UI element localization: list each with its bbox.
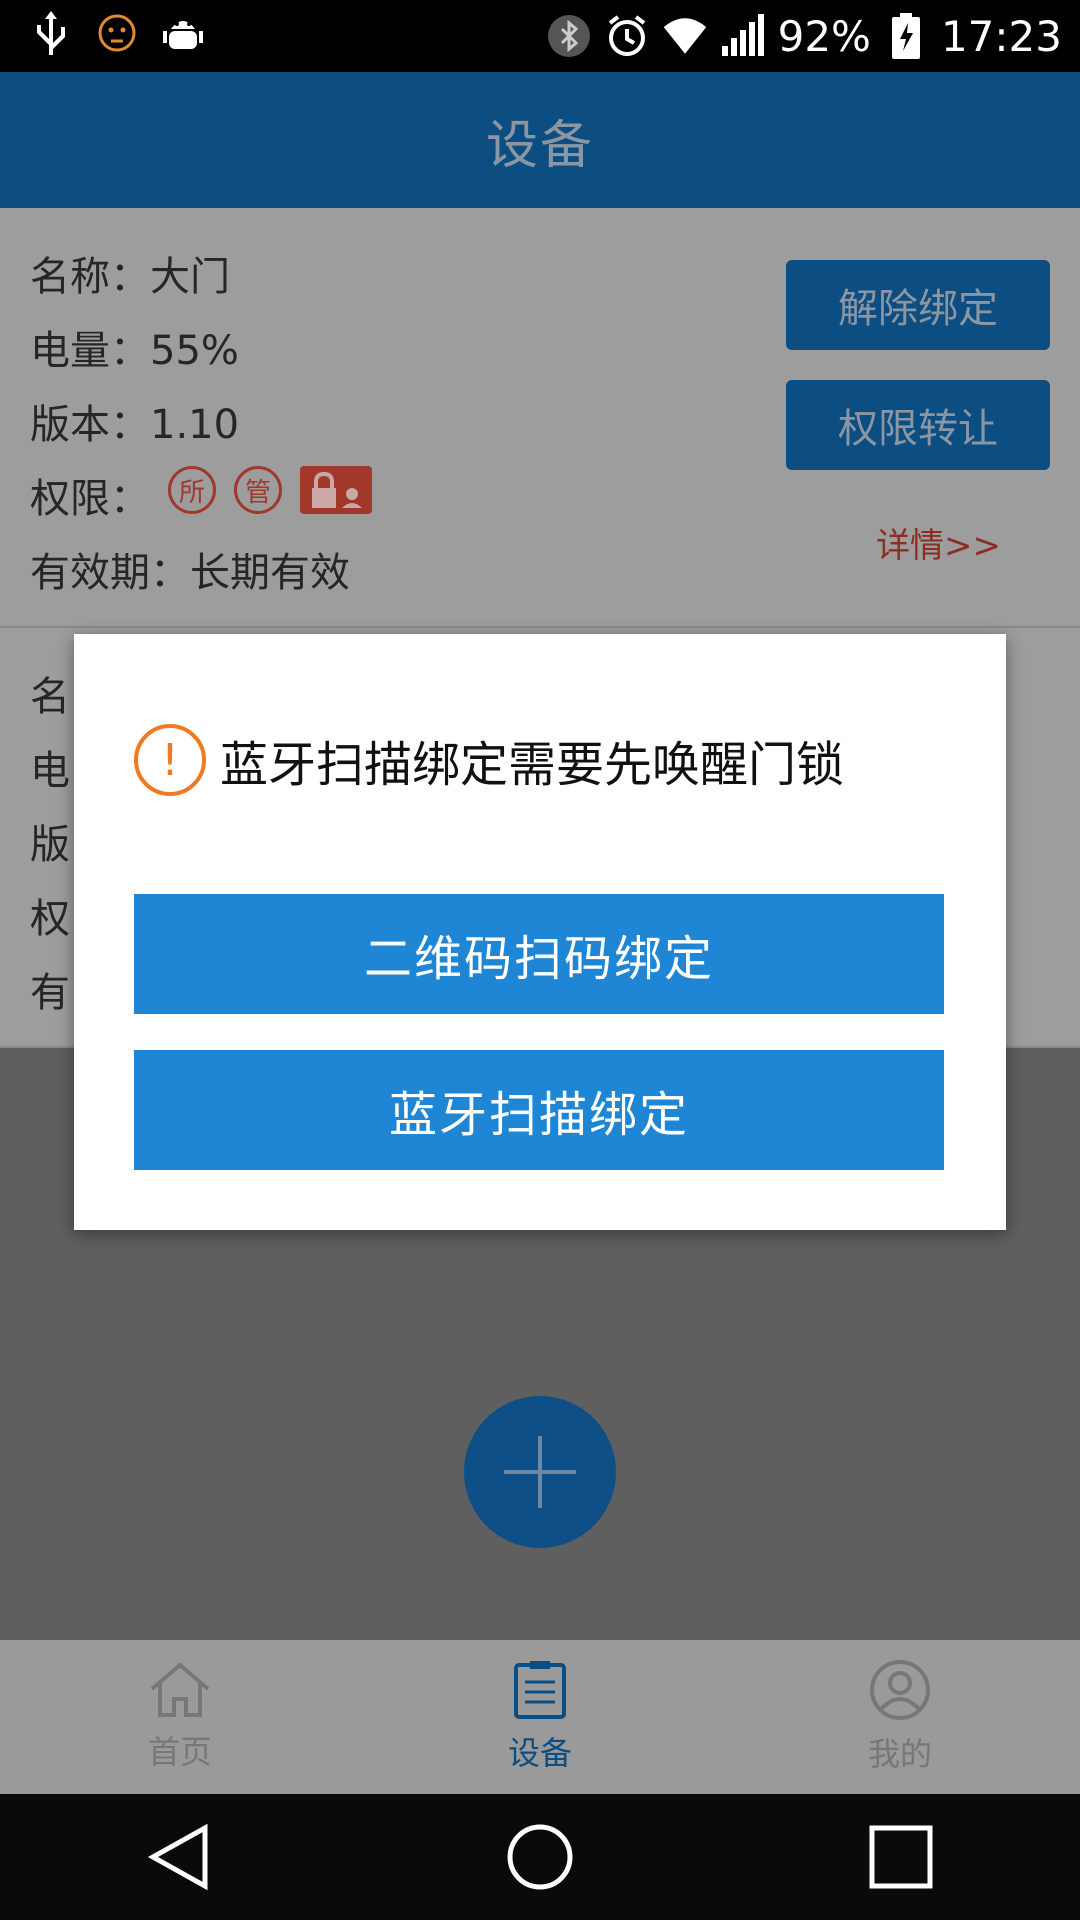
detail-link[interactable]: 详情>> <box>876 518 1001 567</box>
lock-user-icon <box>300 466 372 514</box>
nav-mine[interactable]: 我的 <box>720 1640 1080 1794</box>
bluetooth-bind-button[interactable]: 蓝牙扫描绑定 <box>134 1050 944 1170</box>
user-icon <box>870 1660 930 1720</box>
usb-icon <box>28 10 74 56</box>
recents-icon[interactable] <box>869 1825 933 1889</box>
device-name-label: 名 <box>30 674 70 720</box>
page-title: 设备 <box>485 115 594 176</box>
face-icon <box>94 10 140 56</box>
signal-icon <box>720 13 766 59</box>
dialog-message-row: ! 蓝牙扫描绑定需要先唤醒门锁 <box>134 724 844 796</box>
nav-device[interactable]: 设备 <box>360 1640 720 1794</box>
clock: 17:23 <box>940 11 1062 61</box>
battery-percent: 92% <box>777 11 871 61</box>
home-circle-icon[interactable] <box>506 1823 574 1891</box>
device-battery: 电量：55% <box>30 328 239 374</box>
app-header: 设备 <box>0 72 1080 208</box>
warning-icon: ! <box>134 724 206 796</box>
nav-device-label: 设备 <box>507 1734 572 1772</box>
bind-dialog: ! 蓝牙扫描绑定需要先唤醒门锁 二维码扫码绑定 蓝牙扫描绑定 <box>74 634 1006 1230</box>
battery-charging-icon <box>883 13 929 59</box>
device-validity-label: 有 <box>30 970 70 1016</box>
back-icon[interactable] <box>147 1824 211 1890</box>
nav-mine-label: 我的 <box>867 1735 932 1773</box>
device-card: 名称：大门 电量：55% 版本：1.10 权限： 所 管 有效期：长期有效 解除… <box>0 208 1080 628</box>
plus-icon <box>504 1436 576 1508</box>
nav-home[interactable]: 首页 <box>0 1640 360 1794</box>
alarm-icon <box>604 13 650 59</box>
system-nav-bar <box>0 1794 1080 1920</box>
bluetooth-icon <box>546 13 592 59</box>
android-debug-icon <box>160 10 206 56</box>
nav-home-label: 首页 <box>147 1733 212 1771</box>
device-battery-label: 电 <box>30 748 70 794</box>
device-version-label: 版 <box>30 822 70 868</box>
transfer-permission-button[interactable]: 权限转让 <box>786 380 1050 470</box>
device-permission-label: 权限： <box>30 476 150 522</box>
unbind-button[interactable]: 解除绑定 <box>786 260 1050 350</box>
qr-bind-button[interactable]: 二维码扫码绑定 <box>134 894 944 1014</box>
device-permission-label: 权 <box>30 896 70 942</box>
admin-badge: 管 <box>234 466 282 514</box>
list-icon <box>514 1661 566 1719</box>
device-version: 版本：1.10 <box>30 402 240 448</box>
permission-badges: 所 管 <box>168 466 372 514</box>
home-icon <box>150 1662 210 1717</box>
device-name: 名称：大门 <box>30 254 230 300</box>
bottom-nav: 首页 设备 我的 <box>0 1640 1080 1794</box>
device-validity: 有效期：长期有效 <box>30 550 350 596</box>
owner-badge: 所 <box>168 466 216 514</box>
dialog-message: 蓝牙扫描绑定需要先唤醒门锁 <box>220 737 845 793</box>
wifi-icon <box>662 13 708 59</box>
add-device-button[interactable] <box>464 1396 616 1548</box>
status-bar: 92% 17:23 <box>0 0 1080 72</box>
